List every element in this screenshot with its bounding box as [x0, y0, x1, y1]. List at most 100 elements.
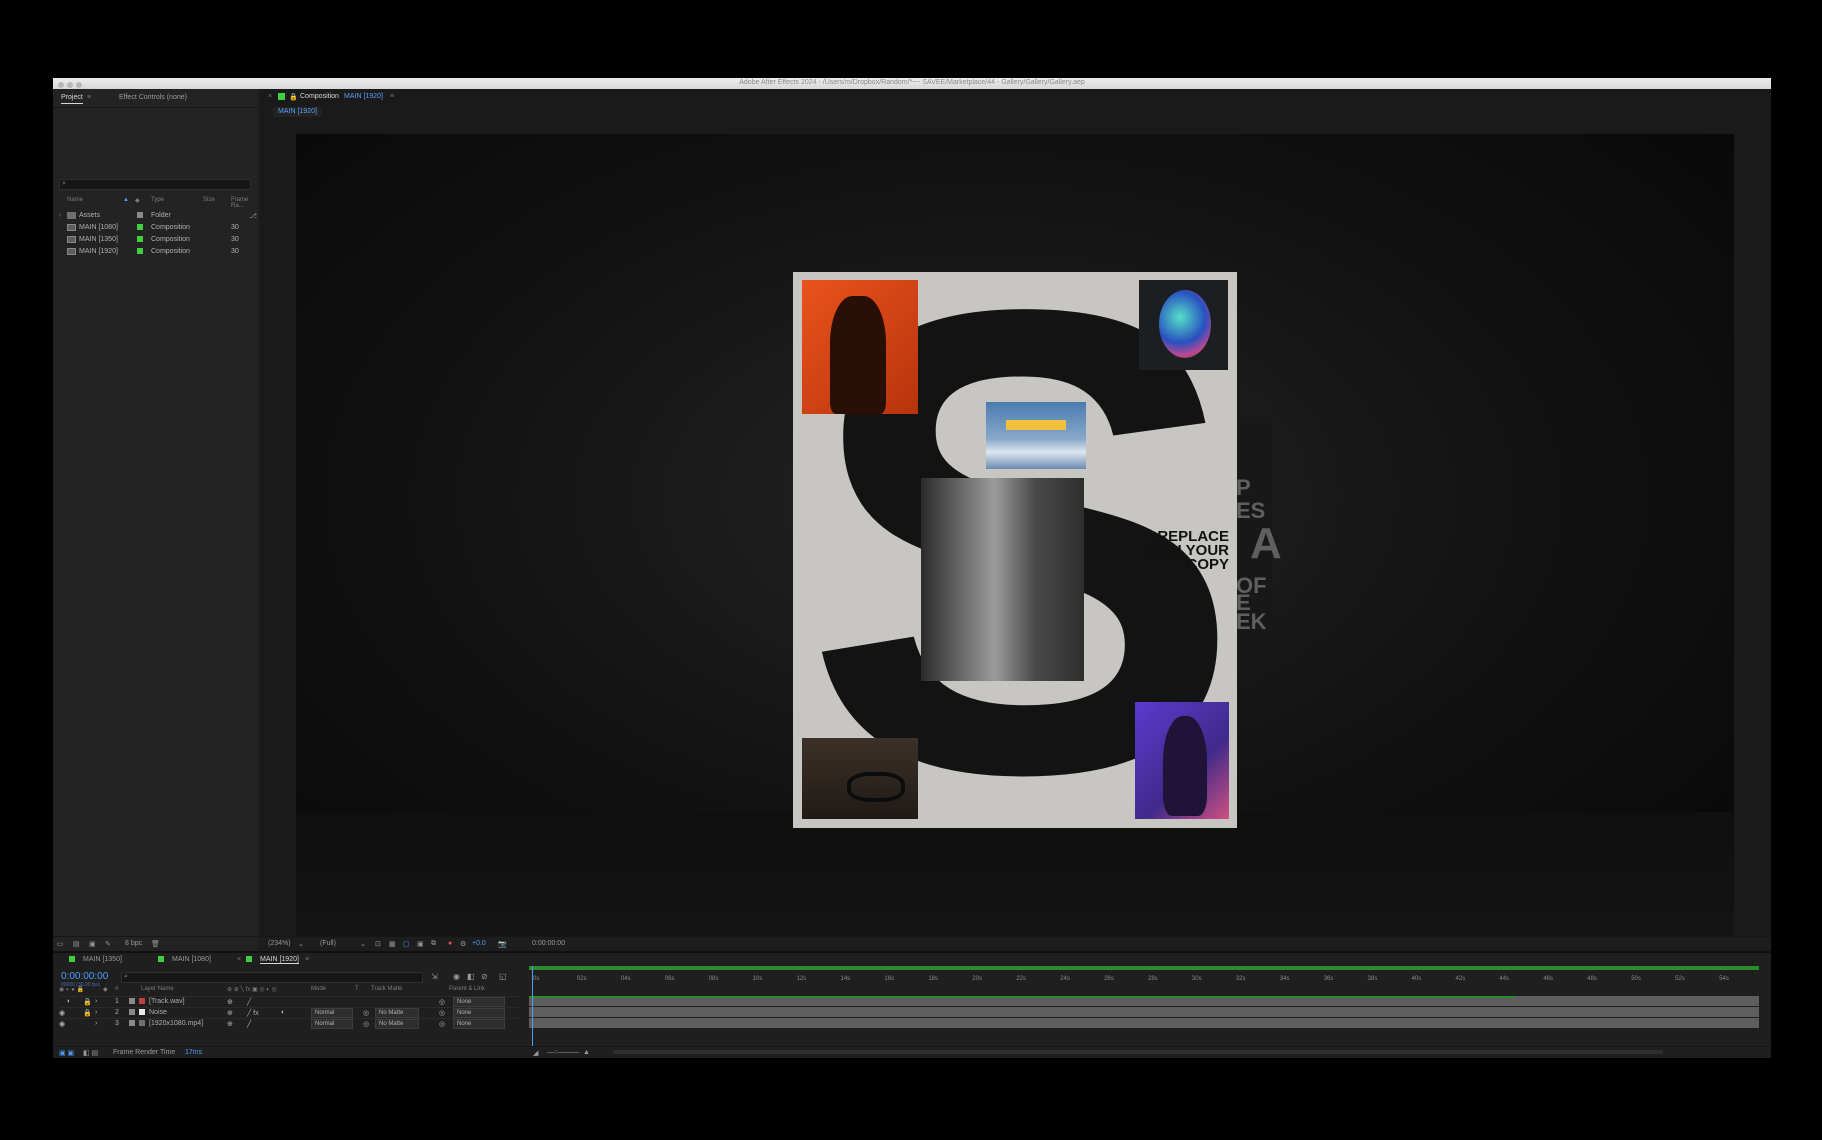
track-matte-dropdown[interactable]: No Matte: [375, 1019, 419, 1029]
close-tab-icon[interactable]: ×: [237, 956, 241, 963]
chevron-down-icon[interactable]: ⌄: [360, 940, 366, 948]
tab-composition-label[interactable]: Composition: [300, 93, 339, 100]
layer-row[interactable]: ◐ 🔒 › 1 [Track.wav] ⊕ ╱ ◎ None: [59, 996, 519, 1007]
composition-viewer[interactable]: P ES A OF E EK S REPLACE WITH YOUR COPY: [296, 134, 1734, 942]
matte-pickwhip-icon[interactable]: ◎: [363, 1020, 369, 1028]
layer-search-input[interactable]: ⌕: [121, 972, 423, 983]
breadcrumb[interactable]: MAIN [1920]: [273, 107, 322, 117]
new-folder-icon[interactable]: ▤: [73, 940, 80, 948]
exposure-value[interactable]: +0.0: [472, 940, 486, 947]
label-swatch[interactable]: [129, 998, 135, 1006]
sort-arrow-icon[interactable]: ▲: [123, 197, 129, 203]
parent-dropdown[interactable]: None: [453, 997, 505, 1007]
zoom-in-icon[interactable]: ▲: [583, 1049, 590, 1056]
project-search-input[interactable]: ⌕: [59, 179, 251, 190]
pickwhip-icon[interactable]: ◎: [439, 1020, 445, 1028]
expand-arrow-icon[interactable]: ›: [95, 1020, 97, 1027]
col-mode[interactable]: Mode: [311, 986, 326, 992]
motion-blur-icon[interactable]: ◧: [467, 972, 475, 981]
interpret-footage-icon[interactable]: ▭: [57, 940, 64, 948]
new-composition-icon[interactable]: ▣: [89, 940, 96, 948]
expand-arrow-icon[interactable]: ›: [95, 998, 97, 1005]
quality-switch-icon[interactable]: ╱: [247, 1020, 251, 1028]
col-size[interactable]: Size: [203, 197, 215, 203]
col-t[interactable]: T: [355, 986, 359, 992]
tab-composition-name[interactable]: MAIN [1920]: [344, 93, 383, 100]
label-swatch[interactable]: [137, 248, 143, 256]
resolution-dropdown[interactable]: (Full): [320, 940, 336, 947]
layer-name[interactable]: Noise: [149, 1009, 167, 1016]
panel-menu-icon[interactable]: ≡: [87, 94, 91, 101]
mask-visibility-icon[interactable]: ▢: [403, 940, 410, 948]
playhead[interactable]: [532, 966, 533, 1046]
label-swatch[interactable]: [129, 1009, 135, 1017]
track-matte-dropdown[interactable]: No Matte: [375, 1008, 419, 1018]
lock-icon[interactable]: 🔒: [83, 998, 92, 1006]
fx-switch-icon[interactable]: ╱ fx: [247, 1009, 259, 1017]
pin-icon[interactable]: ✎: [105, 940, 111, 948]
layer-name[interactable]: [1920x1080.mp4]: [149, 1020, 203, 1027]
shy-switch-icon[interactable]: ⊕: [227, 1009, 233, 1017]
label-swatch[interactable]: [137, 224, 143, 232]
zoom-out-icon[interactable]: ◢: [533, 1049, 538, 1057]
lock-icon[interactable]: 🔒: [83, 1009, 92, 1017]
layer-bar-noise[interactable]: [529, 1007, 1759, 1017]
guides-icon[interactable]: ▣: [417, 940, 424, 948]
expand-arrow-icon[interactable]: ›: [95, 1009, 97, 1016]
close-tab-icon[interactable]: ×: [268, 93, 272, 100]
zoom-slider[interactable]: —○———: [547, 1049, 579, 1056]
tab-main-1350[interactable]: MAIN [1350]: [83, 956, 122, 963]
mode-dropdown[interactable]: Normal: [311, 1008, 353, 1018]
tab-effect-controls[interactable]: Effect Controls (none): [119, 94, 187, 101]
panel-menu-icon[interactable]: ≡: [305, 956, 309, 963]
parent-dropdown[interactable]: None: [453, 1008, 505, 1018]
comp-flowchart-icon[interactable]: ⇲: [431, 972, 438, 981]
pickwhip-icon[interactable]: ◎: [439, 998, 445, 1006]
graph-editor-icon[interactable]: ◱: [499, 972, 507, 981]
project-item-main-1920[interactable]: MAIN [1920] Composition 30: [59, 246, 255, 257]
col-name[interactable]: Name: [67, 197, 83, 203]
frame-blending-icon[interactable]: ⊘: [481, 972, 488, 981]
flowchart-icon[interactable]: ⎇: [249, 212, 257, 220]
layer-bar-audio[interactable]: [529, 996, 1759, 1006]
audio-icon[interactable]: ◐: [67, 998, 71, 1005]
tab-main-1080[interactable]: MAIN [1080]: [172, 956, 211, 963]
tab-main-1920[interactable]: MAIN [1920]: [260, 956, 299, 964]
label-swatch[interactable]: [129, 1020, 135, 1028]
expand-arrow-icon[interactable]: ›: [59, 212, 61, 219]
color-channels-icon[interactable]: ●: [448, 940, 452, 947]
zoom-dropdown[interactable]: (234%): [268, 940, 291, 947]
col-layer-name[interactable]: Layer Name: [141, 986, 174, 992]
tab-project[interactable]: Project: [61, 94, 83, 104]
pickwhip-icon[interactable]: ◎: [439, 1009, 445, 1017]
bpc-toggle[interactable]: 8 bpc: [125, 940, 142, 947]
label-swatch[interactable]: [137, 212, 143, 220]
project-item-main-1080[interactable]: MAIN [1080] Composition 30: [59, 222, 255, 233]
panel-menu-icon[interactable]: ≡: [390, 93, 394, 100]
camera-icon[interactable]: 📷: [498, 940, 507, 948]
transfer-controls-icon[interactable]: ◧ ▤: [83, 1049, 98, 1057]
gear-icon[interactable]: ⚙: [460, 940, 466, 948]
parent-dropdown[interactable]: None: [453, 1019, 505, 1029]
layer-row[interactable]: ◉ › 3 [1920x1080.mp4] ⊕ ╱ Normal ◎ No Ma…: [59, 1018, 519, 1029]
eye-icon[interactable]: ◉: [59, 1020, 65, 1028]
layer-name[interactable]: [Track.wav]: [149, 998, 185, 1005]
label-swatch[interactable]: [137, 236, 143, 244]
quality-switch-icon[interactable]: ╱: [247, 998, 251, 1006]
region-of-interest-icon[interactable]: ⊡: [375, 940, 381, 948]
label-tag-icon[interactable]: ◆: [135, 197, 140, 204]
project-item-assets[interactable]: › Assets Folder ⎇: [59, 210, 257, 221]
shy-switch-icon[interactable]: ⊕: [227, 1020, 233, 1028]
draft-3d-icon[interactable]: ◉: [453, 972, 460, 981]
transparency-grid-icon[interactable]: ▦: [389, 940, 396, 948]
layer-row[interactable]: ◉ 🔒 › 2 Noise ⊕ ╱ fx ◐ Normal ◎ No Matte…: [59, 1007, 519, 1018]
matte-pickwhip-icon[interactable]: ◎: [363, 1009, 369, 1017]
col-track-matte[interactable]: Track Matte: [371, 986, 402, 992]
chevron-down-icon[interactable]: ⌄: [298, 940, 304, 948]
layer-switches-icon[interactable]: ▣ ▣: [59, 1049, 74, 1057]
time-ruler[interactable]: 0s 02s 04s 06s 08s 10s 12s 14s 16s 18s 20s 22s 24s 26…: [529, 966, 1759, 990]
eye-icon[interactable]: ◉: [59, 1009, 65, 1017]
trash-icon[interactable]: 🗑: [151, 940, 160, 948]
col-type[interactable]: Type: [151, 197, 164, 203]
3d-view-icon[interactable]: ⧉: [431, 940, 436, 948]
